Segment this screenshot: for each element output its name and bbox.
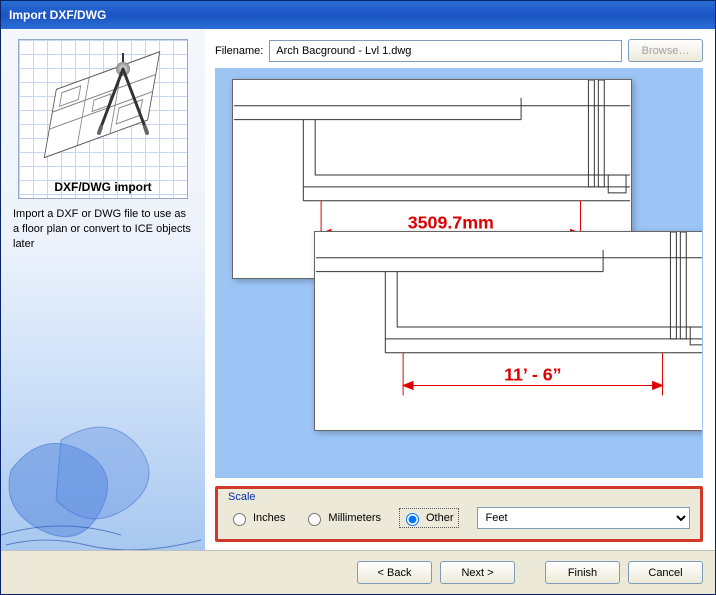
ice-decoration-icon xyxy=(1,350,205,550)
back-button[interactable]: < Back xyxy=(357,561,432,584)
scale-radio-millimeters[interactable]: Millimeters xyxy=(303,510,381,526)
finish-button[interactable]: Finish xyxy=(545,561,620,584)
filename-input[interactable] xyxy=(269,40,622,62)
sidebar: DXF/DWG import Import a DXF or DWG file … xyxy=(1,29,205,550)
filename-label: Filename: xyxy=(215,45,263,57)
scale-radio-inches[interactable]: Inches xyxy=(228,510,285,526)
scale-radio-other[interactable]: Other xyxy=(399,508,459,528)
scale-radio-other-label: Other xyxy=(426,512,454,524)
next-button[interactable]: Next > xyxy=(440,561,515,584)
thumbnail-caption: DXF/DWG import xyxy=(19,180,187,194)
content-area: Filename: Browse… xyxy=(205,29,715,550)
browse-button[interactable]: Browse… xyxy=(628,39,703,62)
dimension-imperial: 11’ - 6” xyxy=(504,365,561,385)
sidebar-description: Import a DXF or DWG file to use as a flo… xyxy=(11,207,195,252)
scale-unit-select[interactable]: Feet xyxy=(477,507,691,529)
scale-radio-inches-input[interactable] xyxy=(233,513,246,526)
window-title: Import DXF/DWG xyxy=(9,8,106,22)
scale-radio-millimeters-label: Millimeters xyxy=(328,512,381,524)
scale-legend: Scale xyxy=(228,491,690,503)
client-area: DXF/DWG import Import a DXF or DWG file … xyxy=(1,29,715,594)
dxf-dwg-thumbnail-icon xyxy=(23,44,183,194)
scale-radio-millimeters-input[interactable] xyxy=(308,513,321,526)
dimension-mm: 3509.7mm xyxy=(408,213,494,233)
import-dxf-dwg-window: Import DXF/DWG xyxy=(0,0,716,595)
floorplan-preview-imperial: 11’ - 6” xyxy=(314,231,703,431)
scale-radio-other-input[interactable] xyxy=(406,513,419,526)
preview-area: 3509.7mm xyxy=(215,68,703,478)
wizard-footer: < Back Next > Finish Cancel xyxy=(1,550,715,594)
filename-row: Filename: Browse… xyxy=(215,39,703,62)
import-thumbnail: DXF/DWG import xyxy=(18,39,188,199)
titlebar[interactable]: Import DXF/DWG xyxy=(1,1,715,29)
scale-group: Scale Inches Millimeters Other xyxy=(215,486,703,542)
scale-radio-inches-label: Inches xyxy=(253,512,285,524)
cancel-button[interactable]: Cancel xyxy=(628,561,703,584)
